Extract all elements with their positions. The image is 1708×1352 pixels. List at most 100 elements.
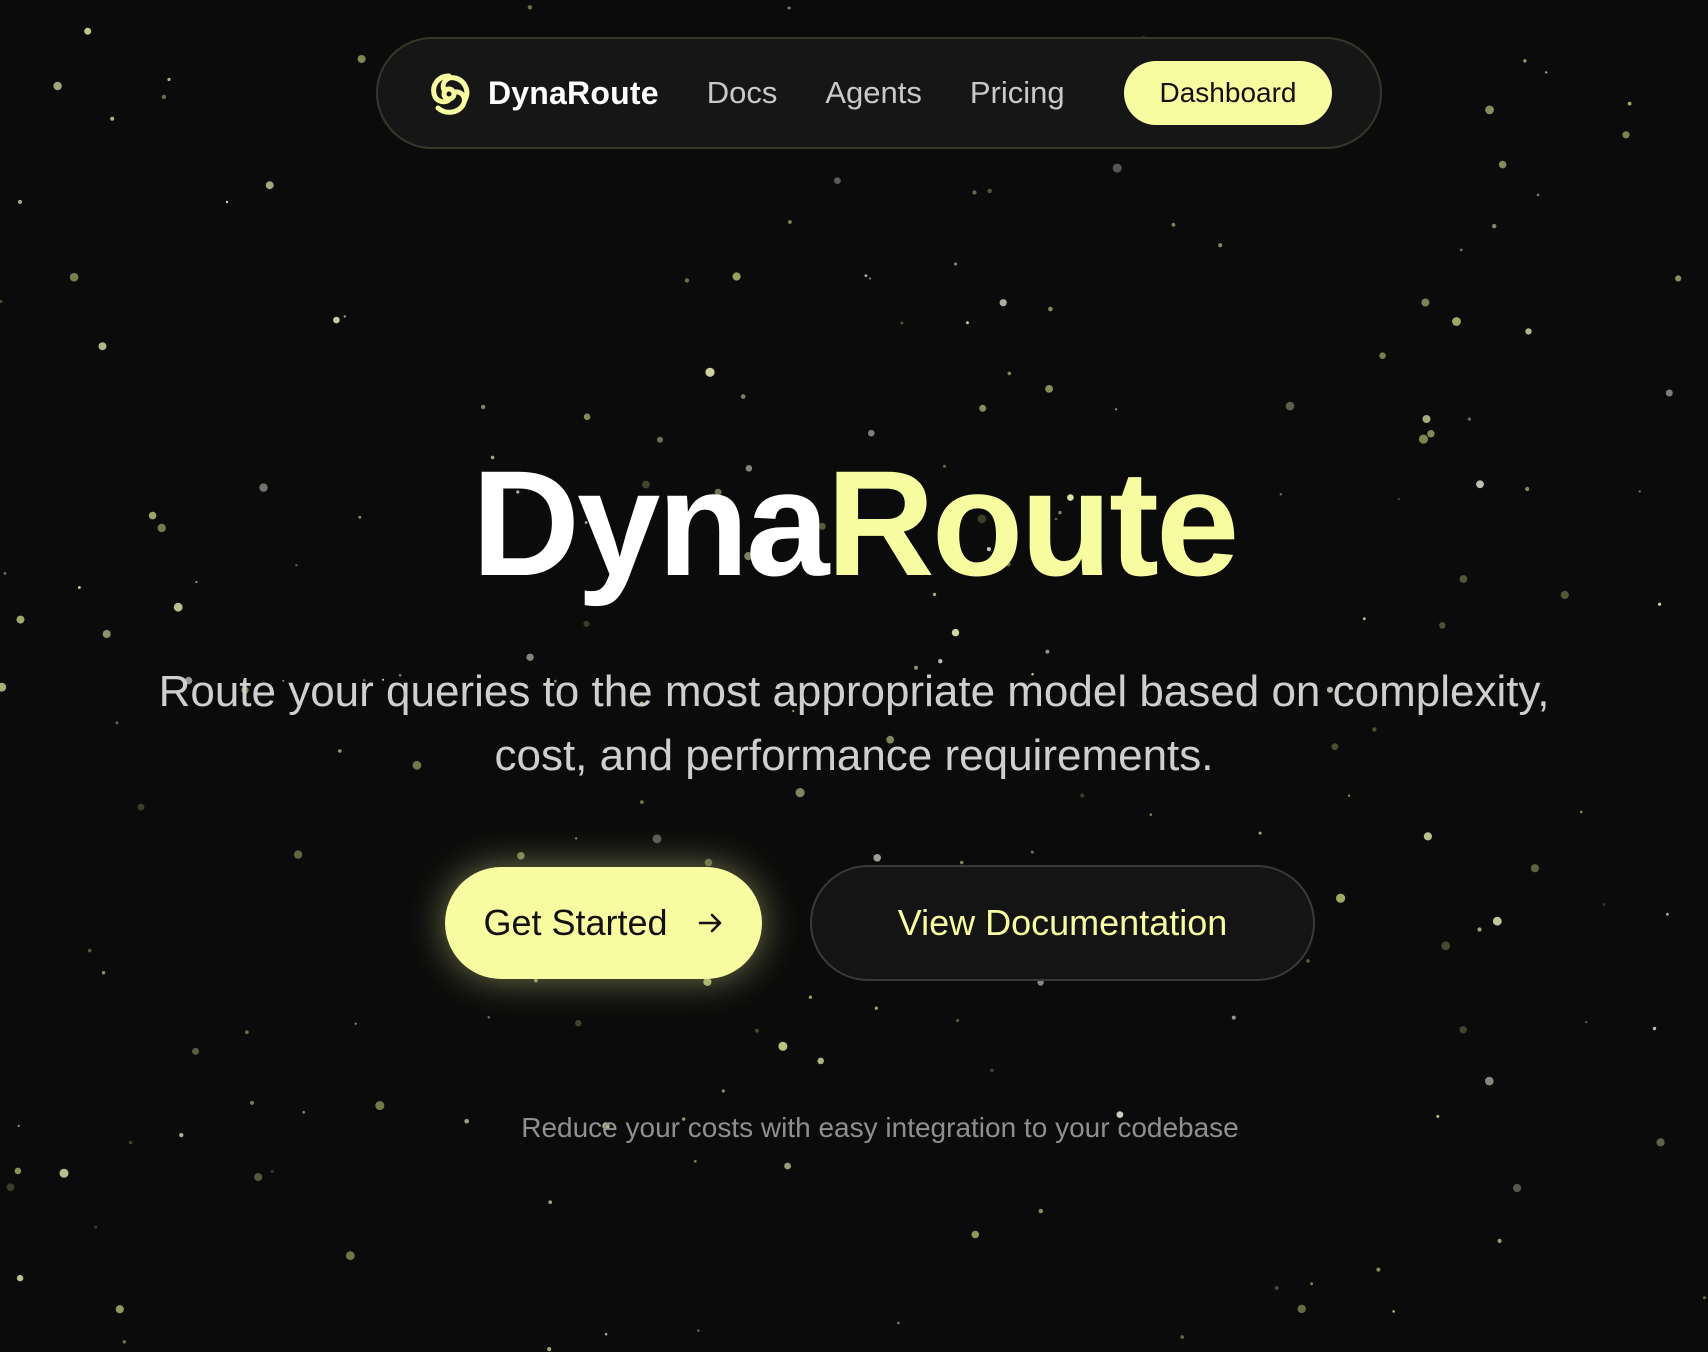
star-dot	[345, 1251, 355, 1261]
star-dot	[778, 1041, 788, 1051]
star-dot	[1477, 927, 1482, 932]
star-dot	[98, 342, 107, 351]
star-dot	[1231, 1015, 1236, 1020]
page: DynaRoute Docs Agents Pricing Dashboard …	[0, 0, 1708, 1352]
star-dot	[583, 413, 591, 421]
star-dot	[971, 1230, 980, 1239]
star-dot	[1627, 101, 1632, 106]
star-dot	[684, 278, 690, 283]
star-dot	[225, 200, 229, 204]
star-dot	[972, 190, 977, 195]
star-dot	[795, 788, 805, 798]
star-dot	[604, 1332, 608, 1336]
star-dot	[1030, 850, 1034, 854]
brand-name: DynaRoute	[488, 74, 659, 111]
star-dot	[1545, 71, 1548, 74]
star-dot	[110, 116, 115, 121]
star-dot	[979, 404, 987, 412]
star-dot	[487, 1016, 491, 1019]
star-dot	[868, 429, 875, 437]
star-dot	[1376, 1267, 1381, 1272]
star-dot	[721, 1089, 725, 1093]
star-dot	[1485, 105, 1494, 115]
star-dot	[693, 1159, 697, 1163]
star-dot	[87, 948, 92, 953]
star-dot	[53, 81, 62, 91]
hero-title-dyna: Dyna	[471, 439, 830, 607]
star-dot	[960, 860, 964, 865]
dynaroute-logo-icon	[424, 68, 474, 118]
star-dot	[956, 1019, 960, 1022]
star-dot	[784, 1162, 791, 1170]
star-dot	[704, 858, 713, 867]
star-dot	[1379, 352, 1386, 360]
star-dot	[0, 300, 3, 303]
star-dot	[1652, 1026, 1657, 1031]
star-dot	[1362, 617, 1366, 621]
star-dot	[14, 1167, 22, 1175]
hero-subtitle: Route your queries to the most appropria…	[104, 660, 1604, 788]
star-dot	[966, 321, 969, 325]
star-dot	[527, 5, 533, 10]
star-dot	[1467, 417, 1471, 421]
star-dot	[1297, 1304, 1306, 1314]
view-documentation-button[interactable]: View Documentation	[810, 865, 1315, 981]
star-dot	[1045, 385, 1053, 393]
arrow-right-icon	[698, 911, 724, 935]
brand-link[interactable]: DynaRoute	[424, 68, 659, 118]
star-dot	[834, 177, 841, 185]
star-dot	[575, 1020, 582, 1027]
star-dot	[137, 803, 145, 811]
star-dot	[1585, 1021, 1588, 1024]
star-dot	[1441, 941, 1451, 951]
star-dot	[1665, 389, 1673, 397]
nav-link-agents[interactable]: Agents	[825, 75, 922, 111]
star-dot	[161, 94, 167, 100]
star-dot	[868, 277, 871, 280]
star-dot	[951, 628, 960, 637]
star-dot	[167, 77, 171, 82]
star-dot	[1459, 248, 1463, 252]
star-dot	[115, 1305, 124, 1314]
star-dot	[897, 1321, 900, 1325]
star-dot	[1392, 1310, 1395, 1313]
star-dot	[1498, 160, 1507, 169]
star-dot	[1525, 328, 1532, 335]
star-dot	[1180, 1335, 1185, 1339]
hero-tagline: Reduce your costs with easy integration …	[521, 1112, 1239, 1143]
hero-title: DynaRoute	[0, 438, 1708, 608]
star-dot	[1485, 1076, 1494, 1086]
star-dot	[1422, 415, 1431, 423]
star-dot	[333, 316, 340, 324]
dashboard-button[interactable]: Dashboard	[1124, 61, 1332, 125]
star-dot	[1285, 401, 1295, 411]
star-dot	[864, 274, 868, 277]
nav-link-pricing[interactable]: Pricing	[970, 75, 1065, 111]
star-dot	[6, 1183, 15, 1192]
star-dot	[788, 220, 792, 224]
top-navigation: DynaRoute Docs Agents Pricing Dashboard	[376, 37, 1382, 149]
star-dot	[534, 978, 538, 983]
star-dot	[808, 995, 813, 999]
star-dot	[1703, 1296, 1706, 1300]
star-dot	[1038, 1208, 1044, 1214]
star-dot	[293, 850, 303, 859]
star-dot	[1675, 275, 1682, 282]
star-dot	[1492, 224, 1497, 229]
star-dot	[245, 1030, 249, 1034]
star-dot	[1045, 649, 1050, 654]
star-dot	[1530, 864, 1539, 873]
star-dot	[705, 367, 715, 377]
star-dot	[59, 1168, 69, 1178]
star-dot	[102, 630, 111, 638]
star-dot	[987, 188, 992, 194]
star-dot	[732, 272, 741, 281]
nav-link-docs[interactable]: Docs	[707, 75, 778, 111]
get-started-button[interactable]: Get Started	[445, 867, 762, 979]
star-dot	[740, 394, 746, 399]
star-dot	[517, 852, 525, 860]
hero-subtitle-line2: cost, and performance requirements.	[494, 731, 1214, 780]
star-dot	[69, 272, 79, 282]
star-dot	[84, 27, 92, 35]
star-dot	[1347, 794, 1351, 797]
